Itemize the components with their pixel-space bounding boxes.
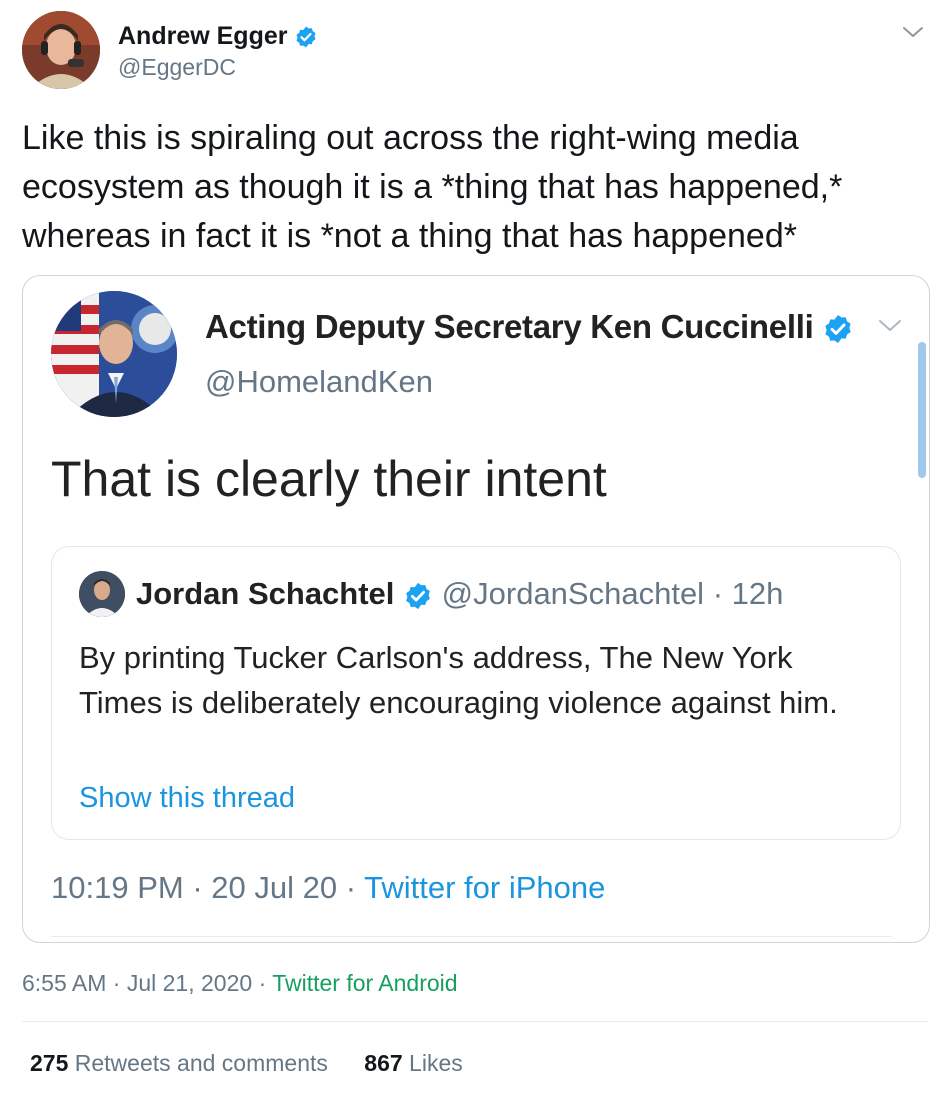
- scrollbar: [918, 342, 926, 478]
- author-name[interactable]: Andrew Egger: [118, 22, 287, 50]
- author-name-row[interactable]: Andrew Egger: [118, 20, 318, 52]
- quoted-tweet-text: By printing Tucker Carlson's address, Th…: [79, 640, 838, 720]
- embedded-tweet-text: That is clearly their intent: [51, 451, 607, 507]
- separator-dot: ·: [192, 870, 203, 905]
- embedded-tweet-meta: 10:19 PM · 20 Jul 20 · Twitter for iPhon…: [51, 868, 605, 908]
- likes-stat[interactable]: 867 Likes: [364, 1047, 462, 1079]
- chevron-down-icon: [903, 27, 923, 37]
- tweet-source[interactable]: Twitter for Android: [272, 970, 457, 996]
- show-thread-link: Show this thread: [79, 782, 296, 814]
- retweets-stat[interactable]: 275 Retweets and comments: [30, 1047, 328, 1079]
- quoted-tweet-card: Jordan Schachtel @JordanSchachtel · 12h …: [51, 546, 901, 840]
- verified-badge-icon: [406, 582, 430, 609]
- tweet-meta: 6:55 AM · Jul 21, 2020 · Twitter for And…: [22, 968, 458, 998]
- tweet-text: Like this is spiraling out across the ri…: [22, 119, 843, 255]
- divider: [22, 1021, 928, 1022]
- quoted-author-handle: @JordanSchachtel: [441, 576, 705, 611]
- quoted-author-row: Jordan Schachtel @JordanSchachtel · 12h: [136, 574, 783, 614]
- likes-count: 867: [364, 1050, 403, 1076]
- likes-label: Likes: [409, 1050, 463, 1076]
- quoted-author-name: Jordan Schachtel: [136, 576, 395, 611]
- quoted-tweet-age: 12h: [731, 576, 784, 611]
- embedded-author-handle: @HomelandKen: [205, 364, 433, 399]
- separator-dot: ·: [258, 970, 267, 996]
- chevron-down-icon: [879, 320, 901, 331]
- separator-dot: ·: [112, 970, 121, 996]
- tweet-time[interactable]: 6:55 AM: [22, 970, 106, 996]
- verified-badge-icon: [296, 26, 316, 48]
- embedded-tweet-source: Twitter for iPhone: [364, 870, 606, 905]
- embedded-tweet-menu: [875, 314, 905, 336]
- embedded-tweet-image[interactable]: Acting Deputy Secretary Ken Cuccinelli @…: [22, 275, 930, 943]
- verified-badge-icon: [825, 315, 851, 344]
- embedded-tweet-time: 10:19 PM: [51, 870, 184, 905]
- tweet-menu-button[interactable]: [900, 22, 926, 42]
- embedded-author-avatar: [51, 291, 177, 417]
- divider: [51, 936, 891, 937]
- embedded-tweet-date: 20 Jul 20: [211, 870, 338, 905]
- separator-dot: ·: [345, 870, 357, 905]
- embedded-author-name-row: Acting Deputy Secretary Ken Cuccinelli: [205, 306, 854, 348]
- quoted-author-avatar: [79, 571, 125, 617]
- retweets-count: 275: [30, 1050, 69, 1076]
- tweet-stats: 275 Retweets and comments 867 Likes: [30, 1047, 463, 1079]
- separator-dot: ·: [712, 576, 724, 611]
- embedded-author-name: Acting Deputy Secretary Ken Cuccinelli: [205, 308, 814, 345]
- author-handle[interactable]: @EggerDC: [118, 52, 236, 82]
- author-avatar[interactable]: [22, 11, 100, 89]
- tweet-date[interactable]: Jul 21, 2020: [127, 970, 252, 996]
- retweets-label: Retweets and comments: [74, 1050, 328, 1076]
